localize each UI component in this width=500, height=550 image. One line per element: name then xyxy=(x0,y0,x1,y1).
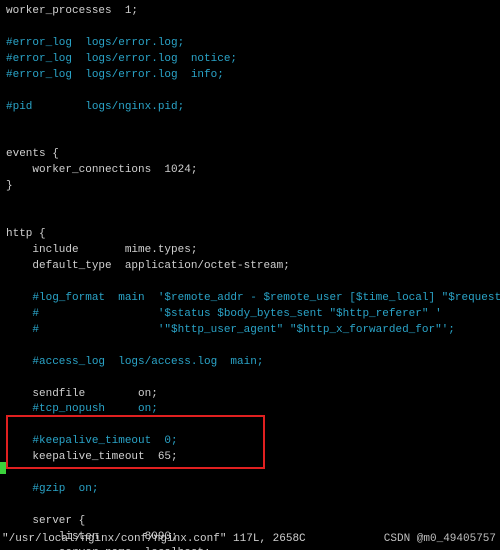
code-line xyxy=(6,371,494,387)
code-line: } xyxy=(6,179,494,195)
code-line: #error_log logs/error.log; xyxy=(6,36,494,52)
code-line xyxy=(6,195,494,211)
code-line: #pid logs/nginx.pid; xyxy=(6,100,494,116)
highlight-rectangle xyxy=(6,415,265,469)
code-line: #error_log logs/error.log info; xyxy=(6,68,494,84)
code-line: worker_connections 1024; xyxy=(6,163,494,179)
code-line: #log_format main '$remote_addr - $remote… xyxy=(6,291,494,307)
code-line: events { xyxy=(6,147,494,163)
code-line: worker_processes 1; xyxy=(6,4,494,20)
code-line xyxy=(6,20,494,36)
code-line: #error_log logs/error.log notice; xyxy=(6,52,494,68)
vim-status-line: "/usr/local/nginx/conf/nginx.conf" 117L,… xyxy=(2,532,306,548)
code-line: #access_log logs/access.log main; xyxy=(6,355,494,371)
code-line xyxy=(6,339,494,355)
code-line: # '"$http_user_agent" "$http_x_forwarded… xyxy=(6,323,494,339)
code-line: server { xyxy=(6,514,494,530)
code-line: # '$status $body_bytes_sent "$http_refer… xyxy=(6,307,494,323)
code-line: sendfile on; xyxy=(6,387,494,403)
code-line xyxy=(6,275,494,291)
code-line xyxy=(6,84,494,100)
editor-cursor xyxy=(0,462,6,474)
code-line: include mime.types; xyxy=(6,243,494,259)
code-line xyxy=(6,211,494,227)
csdn-watermark: CSDN @m0_49405757 xyxy=(384,532,496,548)
code-line xyxy=(6,116,494,132)
code-line: http { xyxy=(6,227,494,243)
code-line: #gzip on; xyxy=(6,482,494,498)
code-line: default_type application/octet-stream; xyxy=(6,259,494,275)
code-line xyxy=(6,132,494,148)
code-line xyxy=(6,498,494,514)
